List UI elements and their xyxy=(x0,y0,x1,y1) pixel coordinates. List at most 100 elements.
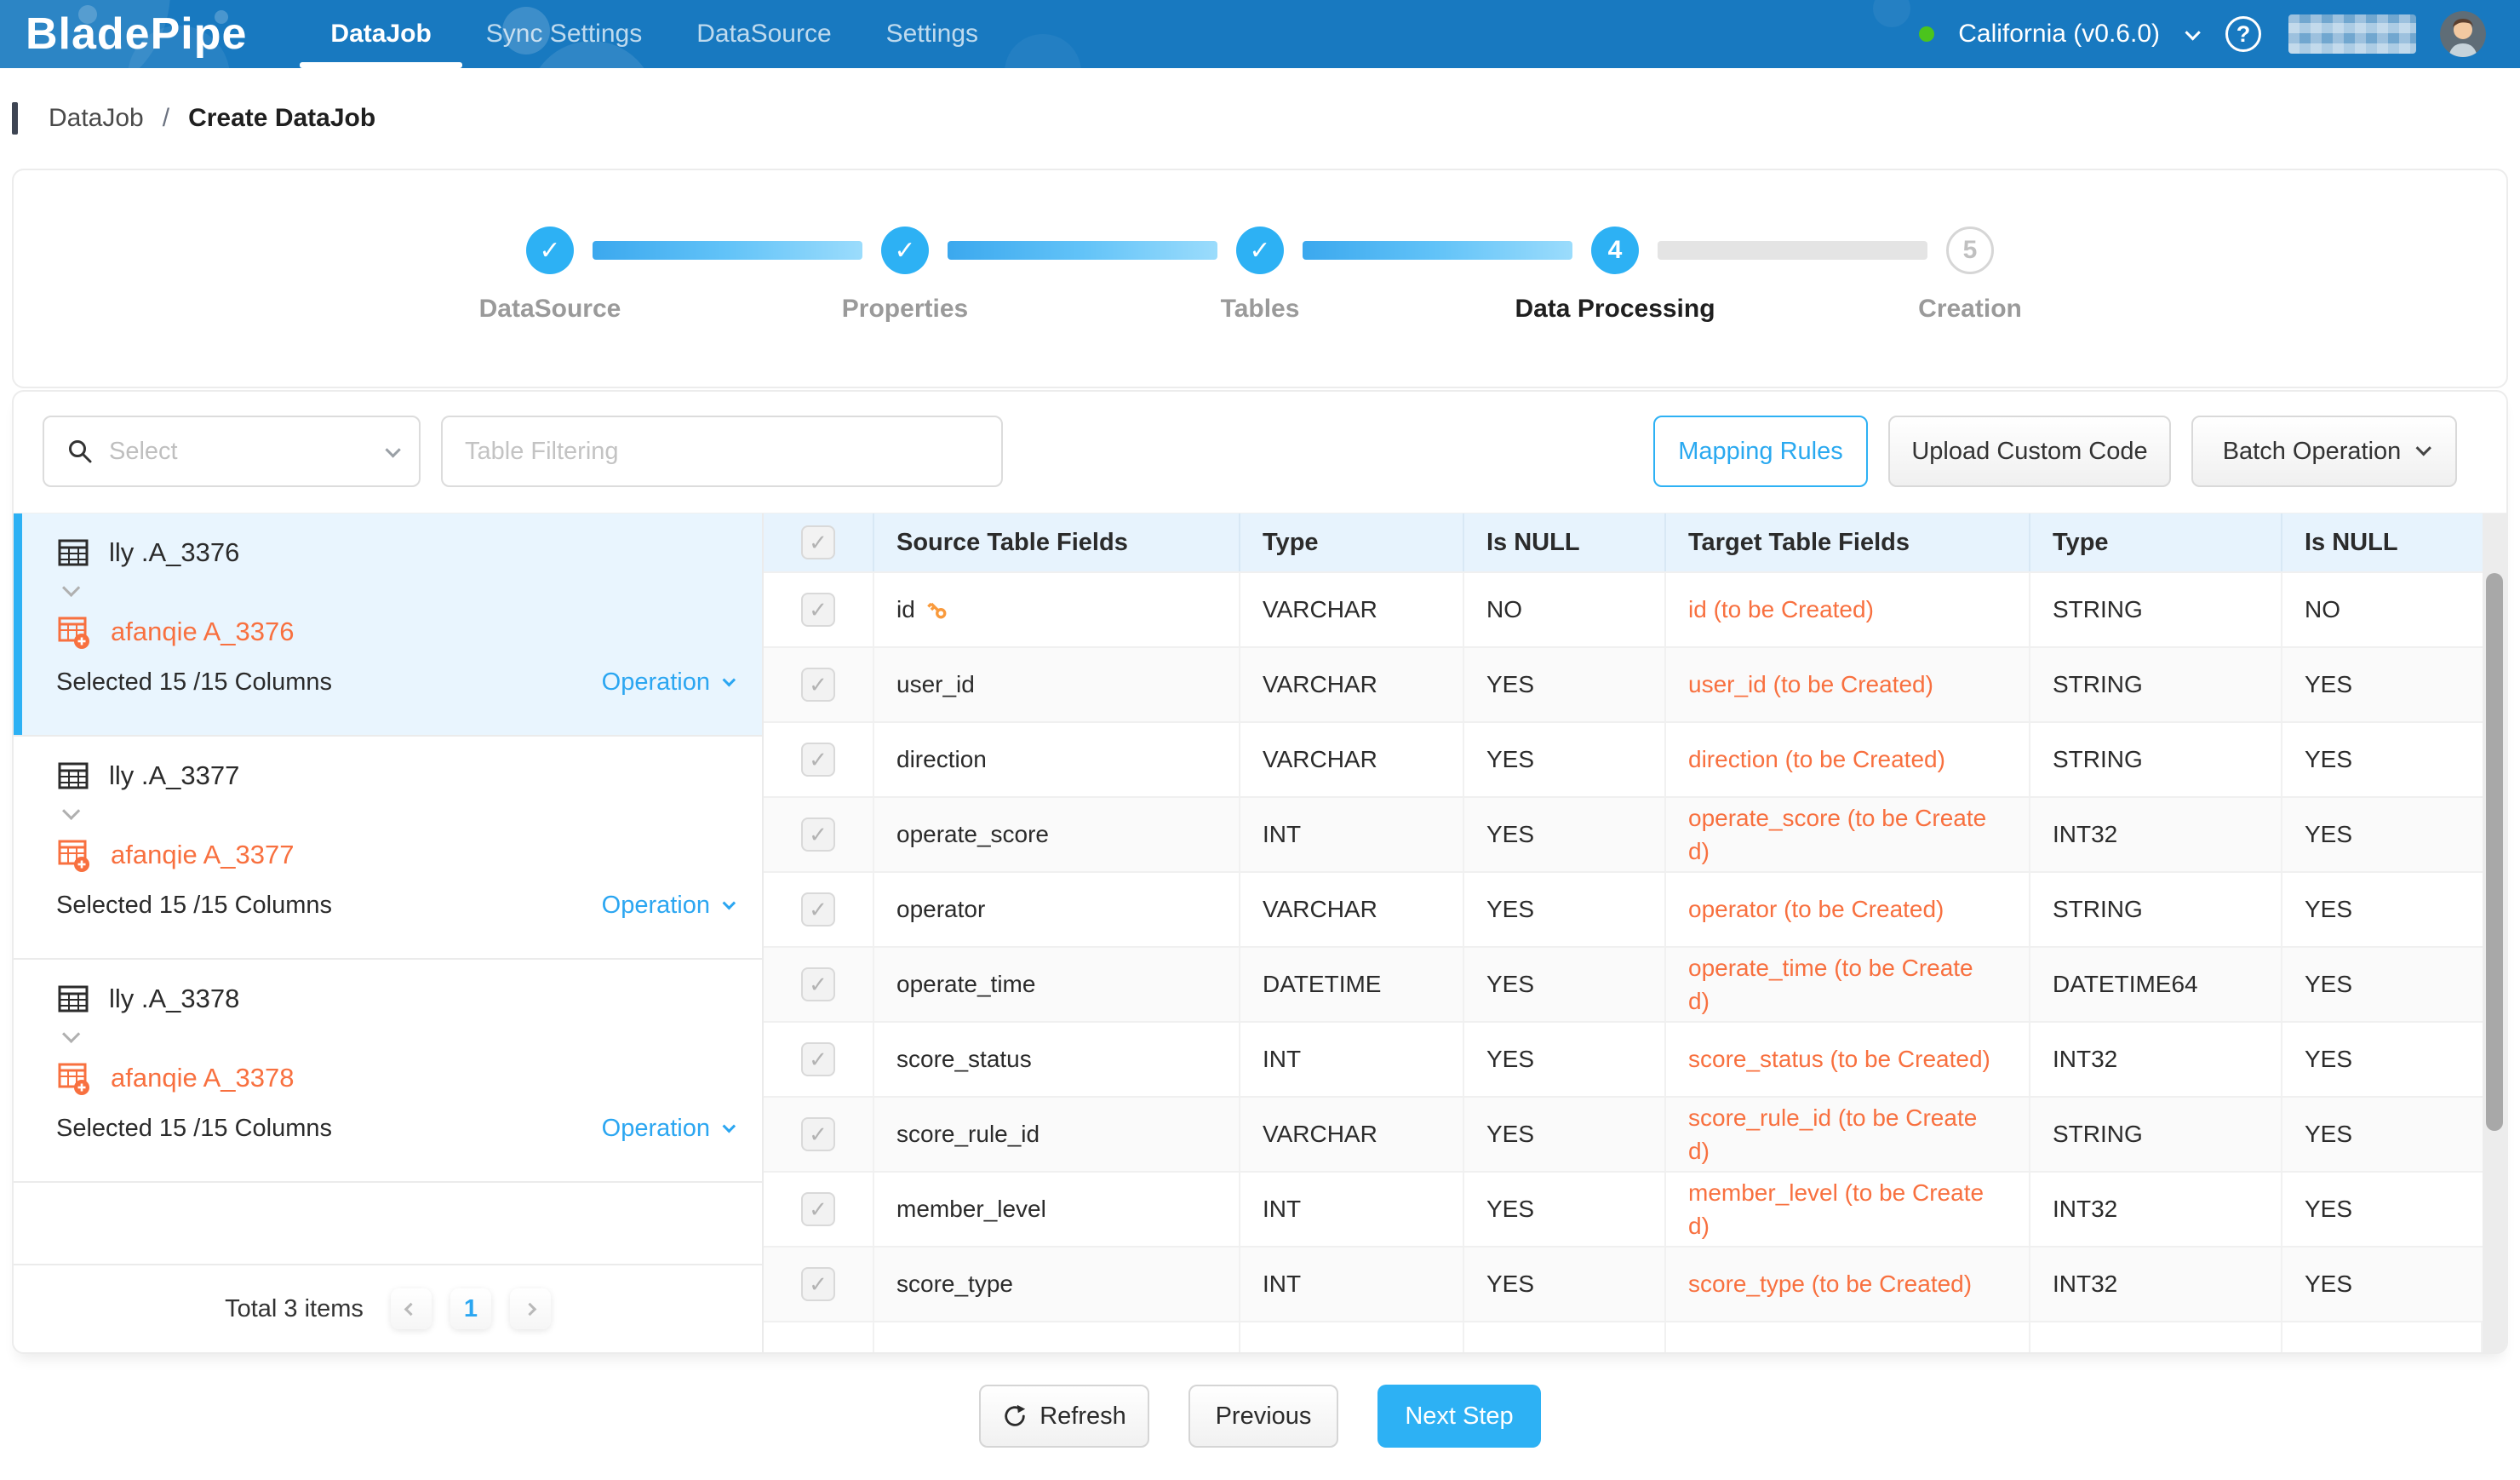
table-filter-input[interactable] xyxy=(465,438,979,466)
chevron-down-icon[interactable] xyxy=(2185,25,2200,40)
target-type-cell: INT32 xyxy=(2030,798,2282,871)
source-table-row: lly .A_3376 xyxy=(56,536,731,570)
row-checkbox[interactable]: ✓ xyxy=(801,668,835,702)
nav-tab[interactable]: DataJob xyxy=(303,0,458,68)
operation-dropdown[interactable]: Operation xyxy=(602,668,731,697)
operation-label: Operation xyxy=(602,1115,710,1143)
table-row-partial xyxy=(764,1321,2483,1353)
check-icon: ✓ xyxy=(539,236,560,266)
step-circle-5: 5 xyxy=(1946,227,1994,274)
source-field-name: member_level xyxy=(896,1196,1046,1223)
target-field-name: direction (to be Created) xyxy=(1688,743,1945,776)
target-field-cell: user_id (to be Created) xyxy=(1666,648,2030,721)
target-isnull-cell: YES xyxy=(2282,648,2483,721)
chevron-down-icon xyxy=(723,1120,736,1133)
source-field-name: id xyxy=(896,596,915,623)
nav-tab[interactable]: Sync Settings xyxy=(459,0,669,68)
target-table-name: afanqie A_3378 xyxy=(111,1063,295,1093)
table-row: ✓ operate_time DATETIME YES operate_time… xyxy=(764,946,2483,1021)
step-circle-2: ✓ xyxy=(881,227,929,274)
source-field-cell: score_rule_id xyxy=(874,1098,1240,1171)
step-label-5: Creation xyxy=(1793,295,2148,324)
source-field-cell: score_type xyxy=(874,1248,1240,1321)
help-icon[interactable]: ? xyxy=(2225,16,2261,52)
pagination-page-1[interactable]: 1 xyxy=(450,1288,491,1329)
header-target-type: Type xyxy=(2030,513,2282,571)
target-table-name: afanqie A_3376 xyxy=(111,617,295,647)
upload-custom-code-button[interactable]: Upload Custom Code xyxy=(1888,416,2171,487)
row-checkbox[interactable]: ✓ xyxy=(801,593,835,627)
refresh-button[interactable]: Refresh xyxy=(979,1385,1149,1448)
table-scrollbar-track[interactable] xyxy=(2483,513,2506,1352)
target-isnull-cell: YES xyxy=(2282,723,2483,796)
table-mapping-item[interactable]: lly .A_3377 afanqie A_3377 Selected 15 /… xyxy=(14,737,762,960)
row-checkbox-cell: ✓ xyxy=(764,573,874,646)
target-table-row: afanqie A_3376 xyxy=(56,614,731,650)
source-type-cell: DATETIME xyxy=(1240,948,1464,1021)
source-field-cell: score_status xyxy=(874,1023,1240,1096)
row-checkbox-cell: ✓ xyxy=(764,948,874,1021)
navbar-right: California (v0.6.0) ? xyxy=(1919,11,2486,57)
page-title: Create DataJob xyxy=(188,104,375,133)
operation-dropdown[interactable]: Operation xyxy=(602,1115,731,1143)
table-header-row: ✓ Source Table Fields Type Is NULL Targe… xyxy=(764,513,2483,571)
row-checkbox[interactable]: ✓ xyxy=(801,1117,835,1151)
target-field-cell: operate_score (to be Created) xyxy=(1666,798,2030,871)
table-mapping-item[interactable]: lly .A_3378 afanqie A_3378 Selected 15 /… xyxy=(14,960,762,1183)
source-type-cell: VARCHAR xyxy=(1240,648,1464,721)
header-source-type: Type xyxy=(1240,513,1464,571)
nav-tab[interactable]: DataSource xyxy=(669,0,858,68)
datajob-select[interactable]: Select xyxy=(43,416,421,487)
refresh-icon xyxy=(1002,1403,1028,1429)
table-create-icon xyxy=(56,837,92,873)
main-nav-tabs: DataJobSync SettingsDataSourceSettings xyxy=(303,0,1005,68)
row-checkbox[interactable]: ✓ xyxy=(801,817,835,852)
row-checkbox[interactable]: ✓ xyxy=(801,743,835,777)
target-field-name: member_level (to be Created) xyxy=(1688,1176,1993,1242)
avatar-illustration xyxy=(2440,11,2486,57)
operation-dropdown[interactable]: Operation xyxy=(602,892,731,920)
source-table-name: lly .A_3376 xyxy=(109,537,239,568)
batch-operation-button[interactable]: Batch Operation xyxy=(2191,416,2457,487)
target-field-name: id (to be Created) xyxy=(1688,593,1874,626)
previous-button[interactable]: Previous xyxy=(1188,1385,1338,1448)
mapping-rules-button[interactable]: Mapping Rules xyxy=(1653,416,1868,487)
target-field-cell: direction (to be Created) xyxy=(1666,723,2030,796)
table-scrollbar-thumb[interactable] xyxy=(2486,573,2503,1131)
row-checkbox[interactable]: ✓ xyxy=(801,1042,835,1076)
row-checkbox-cell: ✓ xyxy=(764,1248,874,1321)
stepper-track: ✓✓✓45 xyxy=(526,227,1994,274)
table-filter-field[interactable] xyxy=(441,416,1003,487)
row-checkbox[interactable]: ✓ xyxy=(801,967,835,1001)
nav-tab[interactable]: Settings xyxy=(859,0,1005,68)
row-checkbox[interactable]: ✓ xyxy=(801,1267,835,1301)
table-row: ✓ score_type INT YES score_type (to be C… xyxy=(764,1246,2483,1321)
source-field-name: operator xyxy=(896,896,985,923)
table-mapping-item[interactable]: lly .A_3376 afanqie A_3376 Selected 15 /… xyxy=(14,513,762,737)
target-isnull-cell: NO xyxy=(2282,573,2483,646)
step-connector xyxy=(948,241,1217,260)
check-icon: ✓ xyxy=(809,530,828,556)
pagination-next-button[interactable] xyxy=(510,1288,551,1329)
source-isnull-cell: NO xyxy=(1464,573,1666,646)
target-field-cell: score_type (to be Created) xyxy=(1666,1248,2030,1321)
table-row: ✓ operator VARCHAR YES operator (to be C… xyxy=(764,871,2483,946)
select-all-checkbox[interactable]: ✓ xyxy=(801,525,835,559)
source-isnull-cell: YES xyxy=(1464,1098,1666,1171)
user-avatar[interactable] xyxy=(2440,11,2486,57)
header-target-fields: Target Table Fields xyxy=(1666,513,2030,571)
source-type-cell: VARCHAR xyxy=(1240,873,1464,946)
row-checkbox[interactable]: ✓ xyxy=(801,1192,835,1226)
source-field-cell: member_level xyxy=(874,1173,1240,1246)
pagination-prev-button[interactable] xyxy=(391,1288,432,1329)
check-icon: ✓ xyxy=(809,972,828,998)
table-row: ✓ operate_score INT YES operate_score (t… xyxy=(764,796,2483,871)
chevron-left-icon xyxy=(404,1302,418,1316)
row-checkbox[interactable]: ✓ xyxy=(801,892,835,926)
next-step-button[interactable]: Next Step xyxy=(1377,1385,1541,1448)
table-icon xyxy=(56,536,90,570)
select-placeholder: Select xyxy=(109,438,370,466)
source-field-cell: operate_time xyxy=(874,948,1240,1021)
row-checkbox-cell: ✓ xyxy=(764,1023,874,1096)
breadcrumb-parent[interactable]: DataJob xyxy=(49,104,144,133)
